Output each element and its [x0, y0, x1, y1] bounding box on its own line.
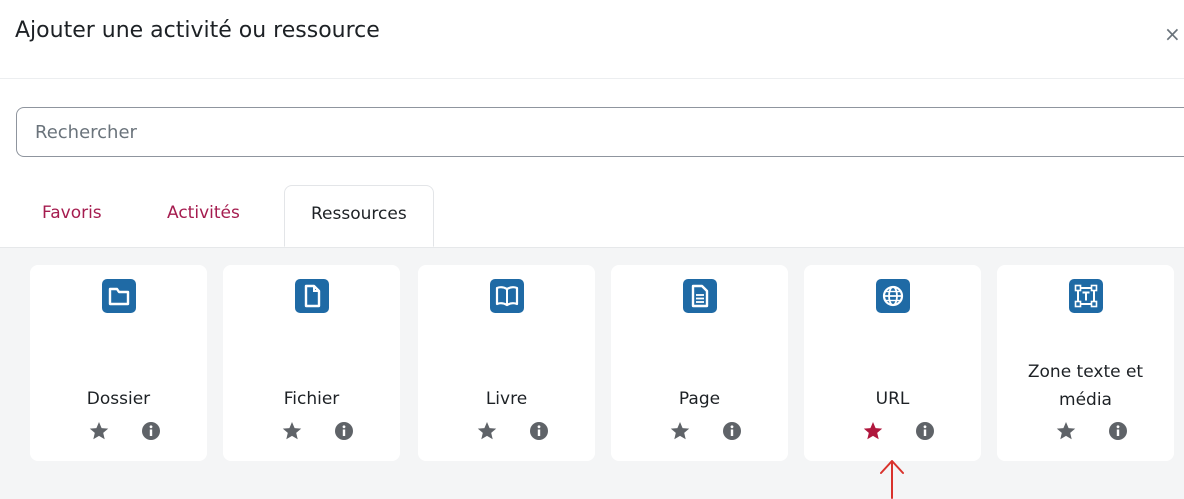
resource-name: Livre	[485, 389, 528, 409]
star-icon[interactable]	[476, 420, 498, 442]
resource-name: Page	[678, 389, 721, 409]
info-icon[interactable]	[528, 420, 550, 442]
folder-icon	[102, 279, 136, 313]
resource-name-line1: Zone texte et	[1027, 362, 1144, 382]
info-icon[interactable]	[333, 420, 355, 442]
resource-name-line2: média	[1059, 390, 1112, 410]
file-icon	[295, 279, 329, 313]
modal-header: Ajouter une activité ou ressource ×	[0, 0, 1184, 79]
info-icon[interactable]	[1107, 420, 1129, 442]
resource-grid: Dossier Fichier Livre Page URL Zone text…	[0, 248, 1184, 499]
text-media-icon	[1069, 279, 1103, 313]
resource-card-url[interactable]: URL	[804, 265, 981, 461]
book-icon	[490, 279, 524, 313]
resource-card-livre[interactable]: Livre	[418, 265, 595, 461]
info-icon[interactable]	[721, 420, 743, 442]
globe-icon	[876, 279, 910, 313]
star-icon[interactable]	[862, 420, 884, 442]
info-icon[interactable]	[914, 420, 936, 442]
annotation-arrow-icon	[880, 460, 904, 499]
star-icon[interactable]	[669, 420, 691, 442]
resource-card-dossier[interactable]: Dossier	[30, 265, 207, 461]
search-input[interactable]	[16, 107, 1184, 157]
tab-activites[interactable]: Activités	[167, 203, 240, 223]
info-icon[interactable]	[140, 420, 162, 442]
resource-name: URL	[875, 389, 910, 409]
tab-bar: Favoris Activités Ressources	[0, 185, 1184, 248]
resource-card-fichier[interactable]: Fichier	[223, 265, 400, 461]
modal-title: Ajouter une activité ou ressource	[15, 18, 380, 43]
tab-ressources[interactable]: Ressources	[284, 185, 434, 247]
star-icon[interactable]	[88, 420, 110, 442]
resource-card-zone-texte-media[interactable]: Zone texte et média	[997, 265, 1174, 461]
close-icon[interactable]: ×	[1164, 22, 1181, 46]
page-icon	[683, 279, 717, 313]
star-icon[interactable]	[1055, 420, 1077, 442]
resource-card-page[interactable]: Page	[611, 265, 788, 461]
resource-name: Fichier	[283, 389, 340, 409]
resource-name: Dossier	[86, 389, 151, 409]
star-icon[interactable]	[281, 420, 303, 442]
tab-favoris[interactable]: Favoris	[42, 203, 102, 223]
